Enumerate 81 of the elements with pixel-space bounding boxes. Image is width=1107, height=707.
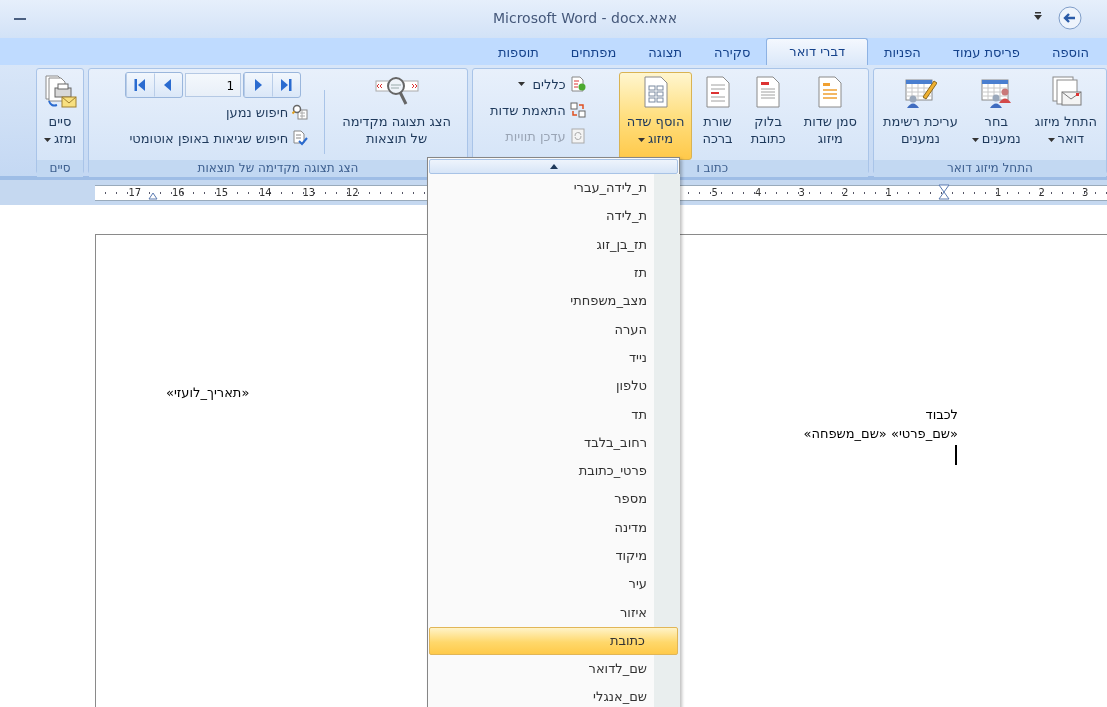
ruler-number: 15 bbox=[214, 186, 229, 199]
menu-item[interactable]: טלפון bbox=[429, 372, 680, 401]
merge-field: «תאריך_לועזי» bbox=[166, 385, 250, 400]
ruler-number: 17 bbox=[127, 186, 142, 199]
last-arrow-icon bbox=[280, 79, 293, 91]
merge-field: «שם_פרטי» «שם_משפחה» bbox=[803, 426, 958, 441]
ribbon-button[interactable]: הוסף שדה מיזוג bbox=[618, 72, 693, 160]
menu-item[interactable]: שם_אנגלי bbox=[429, 683, 680, 707]
menu-item[interactable]: מיקוד bbox=[429, 541, 680, 571]
ribbon-tab[interactable]: מפתחים bbox=[554, 40, 633, 65]
ribbon-tab[interactable]: סקירה bbox=[697, 40, 767, 65]
caret-icon bbox=[518, 82, 526, 86]
ruler-number: 2 bbox=[841, 186, 850, 199]
menu-item[interactable]: פרטי_כתובת bbox=[429, 456, 680, 486]
indent-marker-icon[interactable] bbox=[937, 183, 950, 202]
text-cursor bbox=[955, 445, 957, 465]
menu-item[interactable]: עיר bbox=[429, 570, 680, 599]
menu-item[interactable]: נייד bbox=[429, 343, 680, 373]
menu-item[interactable]: תז_בן_זוג bbox=[429, 230, 680, 259]
group-label: התחל מיזוג דואר bbox=[874, 160, 1106, 177]
ruler-number: 5 bbox=[710, 186, 719, 199]
ruler-number: 3 bbox=[797, 186, 806, 199]
previous-arrow-icon bbox=[163, 79, 174, 91]
ruler-number: 16 bbox=[171, 186, 186, 199]
search-icon bbox=[292, 104, 309, 120]
ruler-number: 13 bbox=[301, 186, 316, 199]
ribbon-button[interactable]: חיפוש שגיאות באופן אוטומטי bbox=[126, 126, 312, 150]
ribbon-button[interactable]: סיים ומזג bbox=[40, 72, 80, 160]
menu-item[interactable]: איזור bbox=[429, 598, 680, 627]
menu-item[interactable]: ת_לידה_עברי bbox=[429, 174, 680, 203]
menu-item[interactable]: הערה bbox=[429, 315, 680, 344]
record-number-field[interactable]: 1 bbox=[185, 73, 242, 97]
ruler-number: 4 bbox=[754, 186, 763, 199]
caret-icon bbox=[971, 137, 979, 142]
ruler-number: 1 bbox=[884, 186, 893, 199]
menu-item[interactable]: מדינה bbox=[429, 513, 680, 542]
ribbon-button[interactable]: התאמת שדות bbox=[487, 98, 589, 122]
grid-arrows-icon bbox=[569, 102, 586, 118]
menu-item[interactable]: רחוב_בלבד bbox=[429, 428, 680, 457]
ribbon-tab[interactable]: הוספה bbox=[1035, 40, 1105, 65]
printer-envelope-icon bbox=[43, 75, 77, 109]
ribbon-button[interactable]: בחר נמענים bbox=[967, 72, 1025, 160]
up-arrow-icon bbox=[549, 164, 558, 169]
menu-item[interactable]: שם_לדואר bbox=[429, 655, 680, 684]
ribbon-button[interactable]: סמן שדות מיזוג bbox=[795, 72, 865, 160]
group-label: סיים bbox=[37, 160, 83, 177]
ruler-number: 12 bbox=[345, 186, 360, 199]
menu-item[interactable]: תד bbox=[429, 400, 680, 429]
minimize-icon[interactable] bbox=[14, 17, 26, 21]
caret-icon bbox=[1047, 137, 1055, 142]
ribbon-button[interactable]: חיפוש נמען bbox=[223, 100, 312, 124]
caret-icon bbox=[43, 137, 51, 142]
menu-item[interactable]: כתובת bbox=[429, 626, 678, 656]
ribbon-tab[interactable]: פריסת עמוד bbox=[936, 40, 1036, 65]
menu-item[interactable]: ת_לידה bbox=[429, 202, 680, 231]
menu-item[interactable]: מספר bbox=[429, 485, 680, 514]
ruler-number: 2 bbox=[1037, 186, 1046, 199]
document-check-icon bbox=[292, 130, 309, 146]
menu-item[interactable]: מצב_משפחתי bbox=[429, 287, 680, 316]
ribbon-button[interactable]: כללים bbox=[515, 72, 589, 96]
ribbon-button[interactable]: התחל מיזוג דואר bbox=[1030, 72, 1101, 160]
indent-marker-icon[interactable] bbox=[148, 191, 158, 200]
ribbon-button[interactable]: שורת ברכה bbox=[694, 72, 741, 160]
document-text: לכבוד bbox=[925, 407, 958, 422]
ruler-number: 1 bbox=[994, 186, 1003, 199]
ribbon-tab[interactable]: הפניות bbox=[868, 40, 937, 65]
caret-icon bbox=[637, 137, 645, 142]
menu-item[interactable]: תז bbox=[429, 258, 680, 288]
ruler-number: 14 bbox=[258, 186, 273, 199]
ribbon-button[interactable]: עריכת רשימת נמענים bbox=[879, 72, 962, 160]
document-question-icon bbox=[569, 76, 586, 92]
ruler-number: 3 bbox=[1081, 186, 1090, 199]
ribbon-button[interactable]: בלוק כתובת bbox=[742, 72, 794, 160]
ribbon-tab[interactable]: דברי דואר bbox=[766, 38, 868, 65]
first-arrow-icon bbox=[134, 79, 147, 91]
ribbon-tab[interactable]: תוספות bbox=[482, 40, 555, 65]
next-arrow-icon bbox=[253, 79, 264, 91]
window-title: Microsoft Word - docx.אאא bbox=[493, 10, 678, 26]
refresh-icon bbox=[569, 128, 586, 144]
ribbon-tab[interactable]: תצוגה bbox=[632, 40, 698, 65]
customize-caret-icon[interactable] bbox=[1034, 11, 1042, 21]
